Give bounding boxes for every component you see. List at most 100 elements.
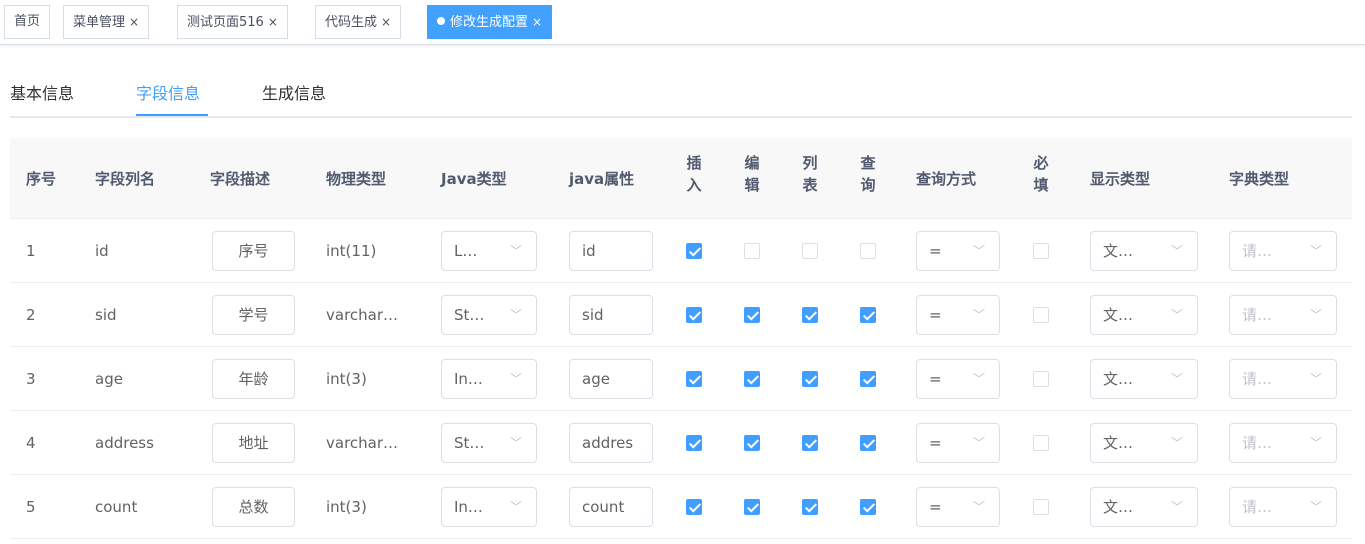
java-type-select[interactable]: St… ﹀: [441, 423, 537, 463]
row-index: 5: [26, 498, 36, 516]
query-checkbox[interactable]: [860, 371, 876, 387]
row-column-name: age: [95, 370, 123, 388]
close-icon[interactable]: ×: [129, 15, 139, 29]
header-query: 查询: [860, 154, 876, 194]
java-field-input[interactable]: age: [569, 359, 653, 399]
edit-checkbox[interactable]: [744, 307, 760, 323]
list-checkbox[interactable]: [802, 435, 818, 451]
chevron-down-icon: ﹀: [1170, 372, 1183, 386]
required-checkbox[interactable]: [1033, 435, 1049, 451]
insert-checkbox[interactable]: [686, 307, 702, 323]
close-icon[interactable]: ×: [381, 15, 391, 29]
java-type-select[interactable]: St… ﹀: [441, 295, 537, 335]
select-value: 文…: [1103, 370, 1134, 388]
tag-menu-management[interactable]: 菜单管理 ×: [63, 5, 150, 39]
java-field-input[interactable]: count: [569, 487, 653, 527]
description-input[interactable]: 序号: [212, 231, 295, 271]
query-checkbox[interactable]: [860, 243, 876, 259]
dict-type-select[interactable]: 请… ﹀: [1229, 487, 1337, 527]
list-checkbox[interactable]: [802, 243, 818, 259]
display-type-select[interactable]: 文… ﹀: [1090, 423, 1198, 463]
edit-checkbox[interactable]: [744, 499, 760, 515]
description-input[interactable]: 总数: [212, 487, 295, 527]
edit-checkbox[interactable]: [744, 371, 760, 387]
java-type-select[interactable]: L… ﹀: [441, 231, 537, 271]
dict-type-select[interactable]: 请… ﹀: [1229, 231, 1337, 271]
select-value: St…: [454, 434, 485, 452]
edit-checkbox[interactable]: [744, 243, 760, 259]
row-column-name: sid: [95, 306, 117, 324]
chevron-down-icon: ﹀: [1170, 500, 1183, 514]
query-mode-select[interactable]: = ﹀: [916, 231, 1000, 271]
list-checkbox[interactable]: [802, 371, 818, 387]
display-type-select[interactable]: 文… ﹀: [1090, 359, 1198, 399]
query-checkbox[interactable]: [860, 435, 876, 451]
tab-field-info[interactable]: 字段信息: [136, 80, 200, 104]
edit-checkbox[interactable]: [744, 435, 760, 451]
tab-basic-info[interactable]: 基本信息: [10, 80, 74, 104]
list-checkbox[interactable]: [802, 499, 818, 515]
header-java-type: Java类型: [441, 170, 507, 188]
query-checkbox[interactable]: [860, 307, 876, 323]
dict-type-select[interactable]: 请… ﹀: [1229, 295, 1337, 335]
select-value: =: [929, 498, 942, 516]
chevron-down-icon: ﹀: [509, 308, 522, 322]
query-checkbox[interactable]: [860, 499, 876, 515]
display-type-select[interactable]: 文… ﹀: [1090, 487, 1198, 527]
java-type-select[interactable]: In… ﹀: [441, 487, 537, 527]
header-dict-type: 字典类型: [1229, 170, 1290, 188]
list-checkbox[interactable]: [802, 307, 818, 323]
tag-edit-gen-config[interactable]: 修改生成配置 ×: [427, 5, 553, 39]
display-type-select[interactable]: 文… ﹀: [1090, 231, 1198, 271]
select-value: L…: [454, 242, 478, 260]
tag-label: 首页: [14, 14, 41, 29]
tag-label: 菜单管理: [73, 15, 126, 30]
tag-test-page[interactable]: 测试页面516 ×: [177, 5, 288, 39]
required-checkbox[interactable]: [1033, 307, 1049, 323]
tag-code-gen[interactable]: 代码生成 ×: [315, 5, 402, 39]
required-checkbox[interactable]: [1033, 371, 1049, 387]
dict-type-select[interactable]: 请… ﹀: [1229, 359, 1337, 399]
tag-label: 修改生成配置: [450, 15, 529, 30]
select-value: =: [929, 306, 942, 324]
tab-gen-info[interactable]: 生成信息: [262, 80, 326, 104]
description-input[interactable]: 地址: [212, 423, 295, 463]
chevron-down-icon: ﹀: [972, 372, 985, 386]
dict-type-select[interactable]: 请… ﹀: [1229, 423, 1337, 463]
select-placeholder: 请…: [1242, 306, 1273, 324]
insert-checkbox[interactable]: [686, 371, 702, 387]
tag-home[interactable]: 首页: [4, 5, 51, 39]
insert-checkbox[interactable]: [686, 243, 702, 259]
required-checkbox[interactable]: [1033, 499, 1049, 515]
java-field-input[interactable]: id: [569, 231, 653, 271]
header-java-field: java属性: [569, 170, 635, 188]
java-type-select[interactable]: In… ﹀: [441, 359, 537, 399]
query-mode-select[interactable]: = ﹀: [916, 359, 1000, 399]
row-physical-type: int(11): [326, 242, 377, 260]
display-type-select[interactable]: 文… ﹀: [1090, 295, 1198, 335]
description-input[interactable]: 年龄: [212, 359, 295, 399]
query-mode-select[interactable]: = ﹀: [916, 295, 1000, 335]
select-value: 文…: [1103, 498, 1134, 516]
query-mode-select[interactable]: = ﹀: [916, 487, 1000, 527]
select-value: 文…: [1103, 242, 1134, 260]
close-icon[interactable]: ×: [532, 15, 542, 29]
java-field-input[interactable]: sid: [569, 295, 653, 335]
header-insert: 插入: [686, 154, 702, 194]
java-field-input[interactable]: addres: [569, 423, 653, 463]
required-checkbox[interactable]: [1033, 243, 1049, 259]
insert-checkbox[interactable]: [686, 499, 702, 515]
insert-checkbox[interactable]: [686, 435, 702, 451]
query-mode-select[interactable]: = ﹀: [916, 423, 1000, 463]
header-index: 序号: [26, 170, 57, 188]
chevron-down-icon: ﹀: [972, 244, 985, 258]
close-icon[interactable]: ×: [268, 15, 278, 29]
row-physical-type: int(3): [326, 498, 367, 516]
select-value: St…: [454, 306, 485, 324]
chevron-down-icon: ﹀: [972, 308, 985, 322]
header-physical-type: 物理类型: [326, 170, 387, 188]
description-input[interactable]: 学号: [212, 295, 295, 335]
header-column-name: 字段列名: [95, 170, 156, 188]
row-index: 3: [26, 370, 36, 388]
table-header: 序号 字段列名 字段描述 物理类型 Java类型 java属性 插入 编辑 列表…: [10, 138, 1352, 219]
